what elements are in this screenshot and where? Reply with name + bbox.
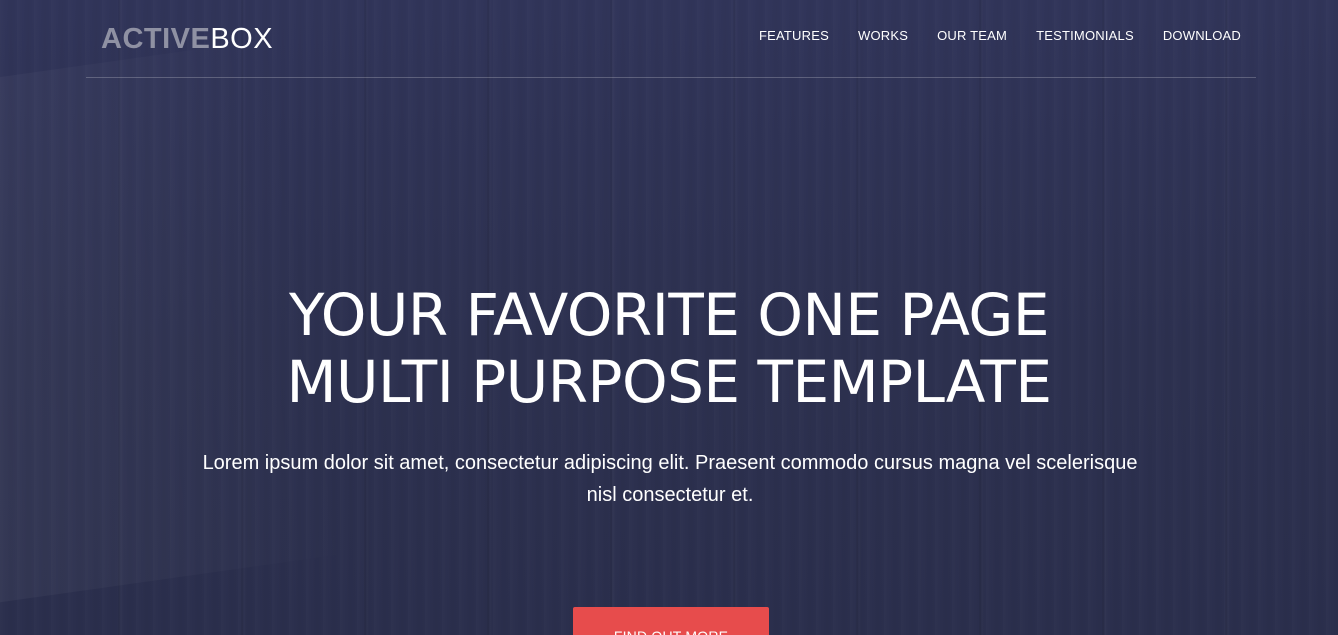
hero-headline-line-1: YOUR FAVORITE ONE PAGE <box>289 281 1049 349</box>
nav-menu: FEATURES WORKS OUR TEAM TESTIMONIALS DOW… <box>759 27 1241 45</box>
nav-item-our-team[interactable]: OUR TEAM <box>937 27 1007 45</box>
nav-item-works[interactable]: WORKS <box>858 27 908 45</box>
brand-logo-bold: ACTIVE <box>101 23 211 55</box>
brand-logo-light: BOX <box>210 23 274 55</box>
hero-headline: YOUR FAVORITE ONE PAGE MULTI PURPOSE TEM… <box>0 282 1338 416</box>
nav-item-testimonials[interactable]: TESTIMONIALS <box>1036 27 1134 45</box>
hero-section: ACTIVEBOX FEATURES WORKS OUR TEAM TESTIM… <box>0 0 1338 635</box>
hero-description: Lorem ipsum dolor sit amet, consectetur … <box>202 452 1138 506</box>
brand-logo[interactable]: ACTIVEBOX <box>101 22 273 56</box>
nav-item-features[interactable]: FEATURES <box>759 27 829 45</box>
nav-item-download[interactable]: DOWNLOAD <box>1163 27 1241 45</box>
find-out-more-button[interactable]: FIND OUT MORE <box>573 607 769 635</box>
top-navbar: ACTIVEBOX FEATURES WORKS OUR TEAM TESTIM… <box>86 0 1256 78</box>
hero-headline-line-2: MULTI PURPOSE TEMPLATE <box>286 348 1052 416</box>
